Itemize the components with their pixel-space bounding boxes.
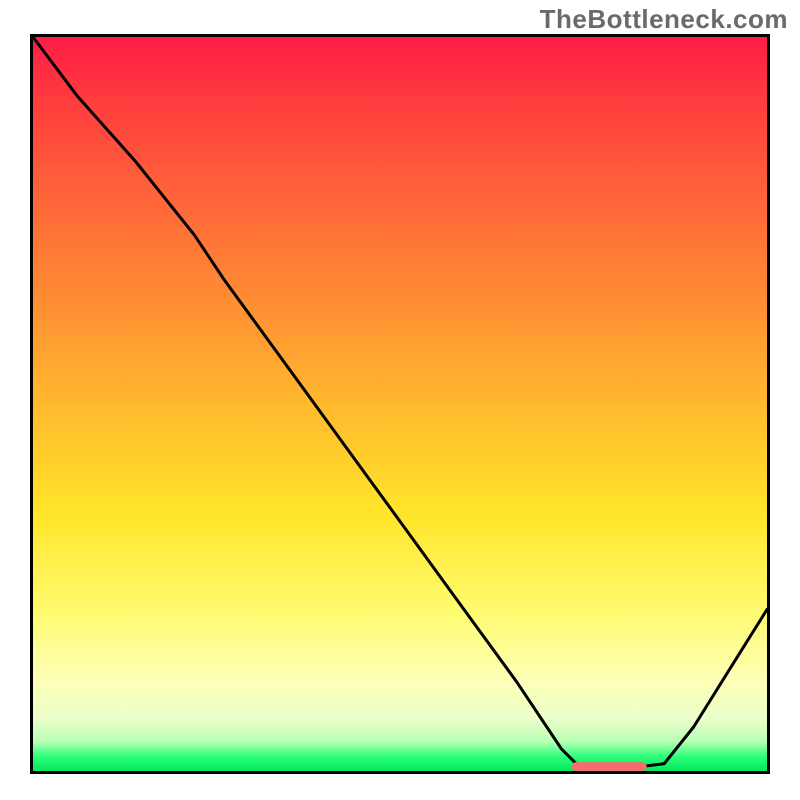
plot-frame bbox=[30, 34, 770, 774]
bottleneck-curve bbox=[33, 37, 767, 767]
plot-overlay bbox=[33, 37, 767, 771]
watermark-text: TheBottleneck.com bbox=[540, 4, 788, 35]
chart-stage: TheBottleneck.com bbox=[0, 0, 800, 800]
